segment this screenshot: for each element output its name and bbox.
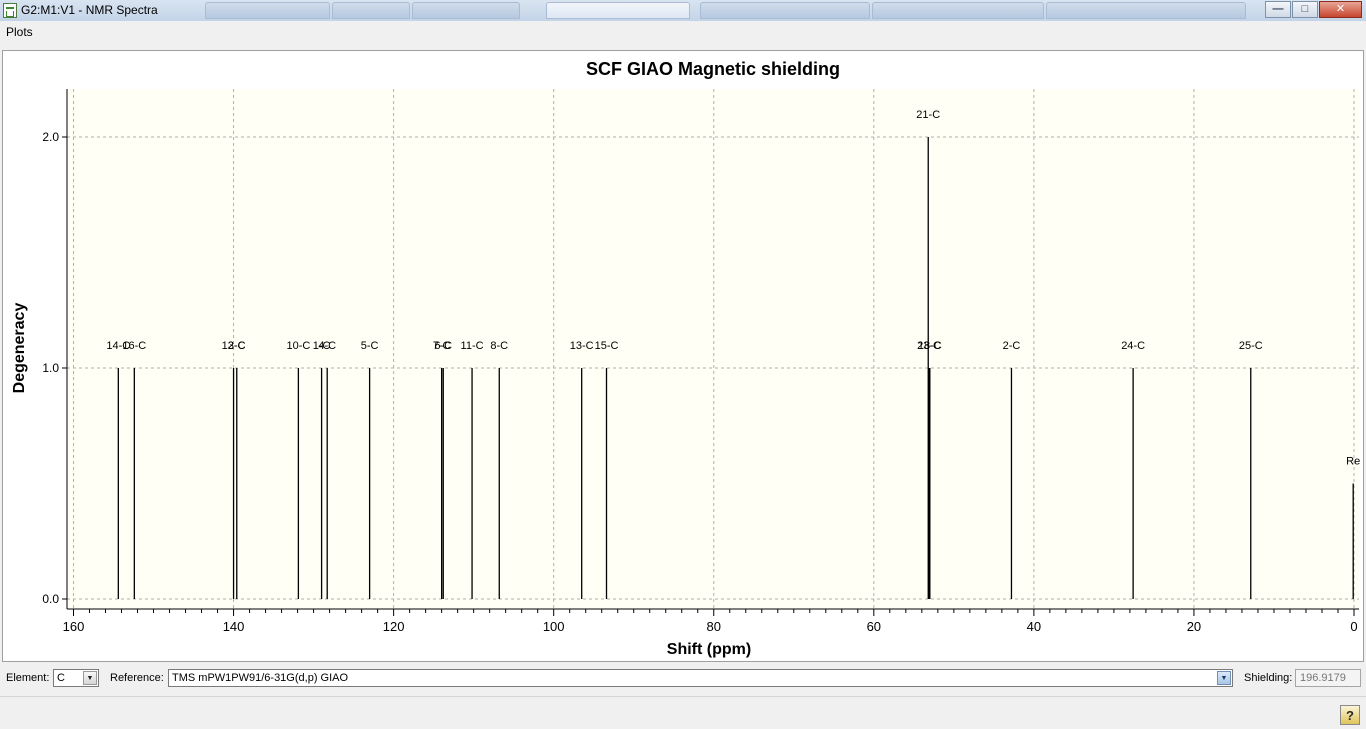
nmr-chart: 160 140 120 100 80 60 40 20 00.01.02.014-C16-C 12… <box>11 59 1360 658</box>
peak-label: 4-C <box>318 340 336 352</box>
peak-label: 24-C <box>1121 340 1145 352</box>
background-tab[interactable] <box>412 2 520 19</box>
y-tick-label: 2.0 <box>42 130 59 144</box>
peak-label: 15-C <box>595 340 619 352</box>
plot-area <box>67 89 1359 609</box>
peak-label: 16-C <box>122 340 146 352</box>
x-tick-label: 140 <box>223 619 245 634</box>
x-axis-label: Shift (ppm) <box>667 641 751 658</box>
element-value: C <box>57 672 65 684</box>
chart-title: SCF GIAO Magnetic shielding <box>586 59 840 79</box>
help-icon[interactable]: ? <box>1340 705 1360 725</box>
x-tick-label: 60 <box>867 619 881 634</box>
background-tab[interactable] <box>872 2 1044 19</box>
reference-value: TMS mPW1PW91/6-31G(d,p) GIAO <box>172 672 349 684</box>
reference-label: Reference: <box>110 672 164 684</box>
peak-label: 18-C <box>918 340 942 352</box>
chevron-down-icon[interactable]: ▼ <box>83 671 97 685</box>
element-select[interactable]: C ▼ <box>53 669 99 687</box>
peak-label: 13-C <box>570 340 594 352</box>
peak-label: 6-C <box>434 340 452 352</box>
peak-label: 3-C <box>228 340 246 352</box>
y-tick-label: 1.0 <box>42 361 59 375</box>
background-tab[interactable] <box>1046 2 1246 19</box>
peak-label: 8-C <box>490 340 508 352</box>
menu-bar: Plots <box>0 21 1366 41</box>
background-tab[interactable] <box>332 2 410 19</box>
background-tab[interactable] <box>546 2 690 19</box>
status-bar: ? <box>0 696 1366 729</box>
x-tick-label: 100 <box>543 619 565 634</box>
x-tick-label: 120 <box>383 619 405 634</box>
chevron-down-icon[interactable]: ▼ <box>1217 671 1231 685</box>
app-icon <box>3 3 17 18</box>
chart-panel: 160 140 120 100 80 60 40 20 0 0.0 1.0 2.0 14-C 16-C 12… <box>2 50 1364 662</box>
y-axis-label: Degeneracy <box>11 303 28 394</box>
background-tab[interactable] <box>700 2 870 19</box>
controls-bar: Element: C ▼ Reference: TMS mPW1PW91/6-3… <box>0 666 1366 692</box>
x-tick-label: 0 <box>1350 619 1357 634</box>
peak-label: 21-C <box>916 109 940 121</box>
minimize-button[interactable]: — <box>1265 1 1291 18</box>
x-tick-label: 80 <box>707 619 721 634</box>
peak-label: 2-C <box>1003 340 1021 352</box>
shielding-label: Shielding: <box>1244 672 1293 684</box>
background-tab[interactable] <box>205 2 330 19</box>
peak-label: 5-C <box>361 340 379 352</box>
maximize-button[interactable]: □ <box>1292 1 1318 18</box>
reference-select[interactable]: TMS mPW1PW91/6-31G(d,p) GIAO ▼ <box>168 669 1233 687</box>
close-button[interactable]: ✕ <box>1319 1 1362 18</box>
peak-label: 25-C <box>1239 340 1263 352</box>
window-controls: — □ ✕ <box>1264 1 1362 19</box>
y-tick-label: 0.0 <box>42 592 59 606</box>
x-tick-label: 160 <box>63 619 85 634</box>
shielding-field: 196.9179 <box>1295 669 1361 687</box>
peak-label: 10-C <box>286 340 310 352</box>
x-tick-label: 40 <box>1027 619 1041 634</box>
window-title: G2:M1:V1 - NMR Spectra <box>21 3 158 17</box>
element-label: Element: <box>6 672 50 684</box>
peak-label: 11-C <box>461 340 484 352</box>
peak-label: Re <box>1346 456 1360 468</box>
menu-plots[interactable]: Plots <box>6 25 33 39</box>
x-tick-label: 20 <box>1187 619 1201 634</box>
title-bar: G2:M1:V1 - NMR Spectra — □ ✕ <box>0 0 1366 22</box>
shielding-value: 196.9179 <box>1300 672 1346 684</box>
